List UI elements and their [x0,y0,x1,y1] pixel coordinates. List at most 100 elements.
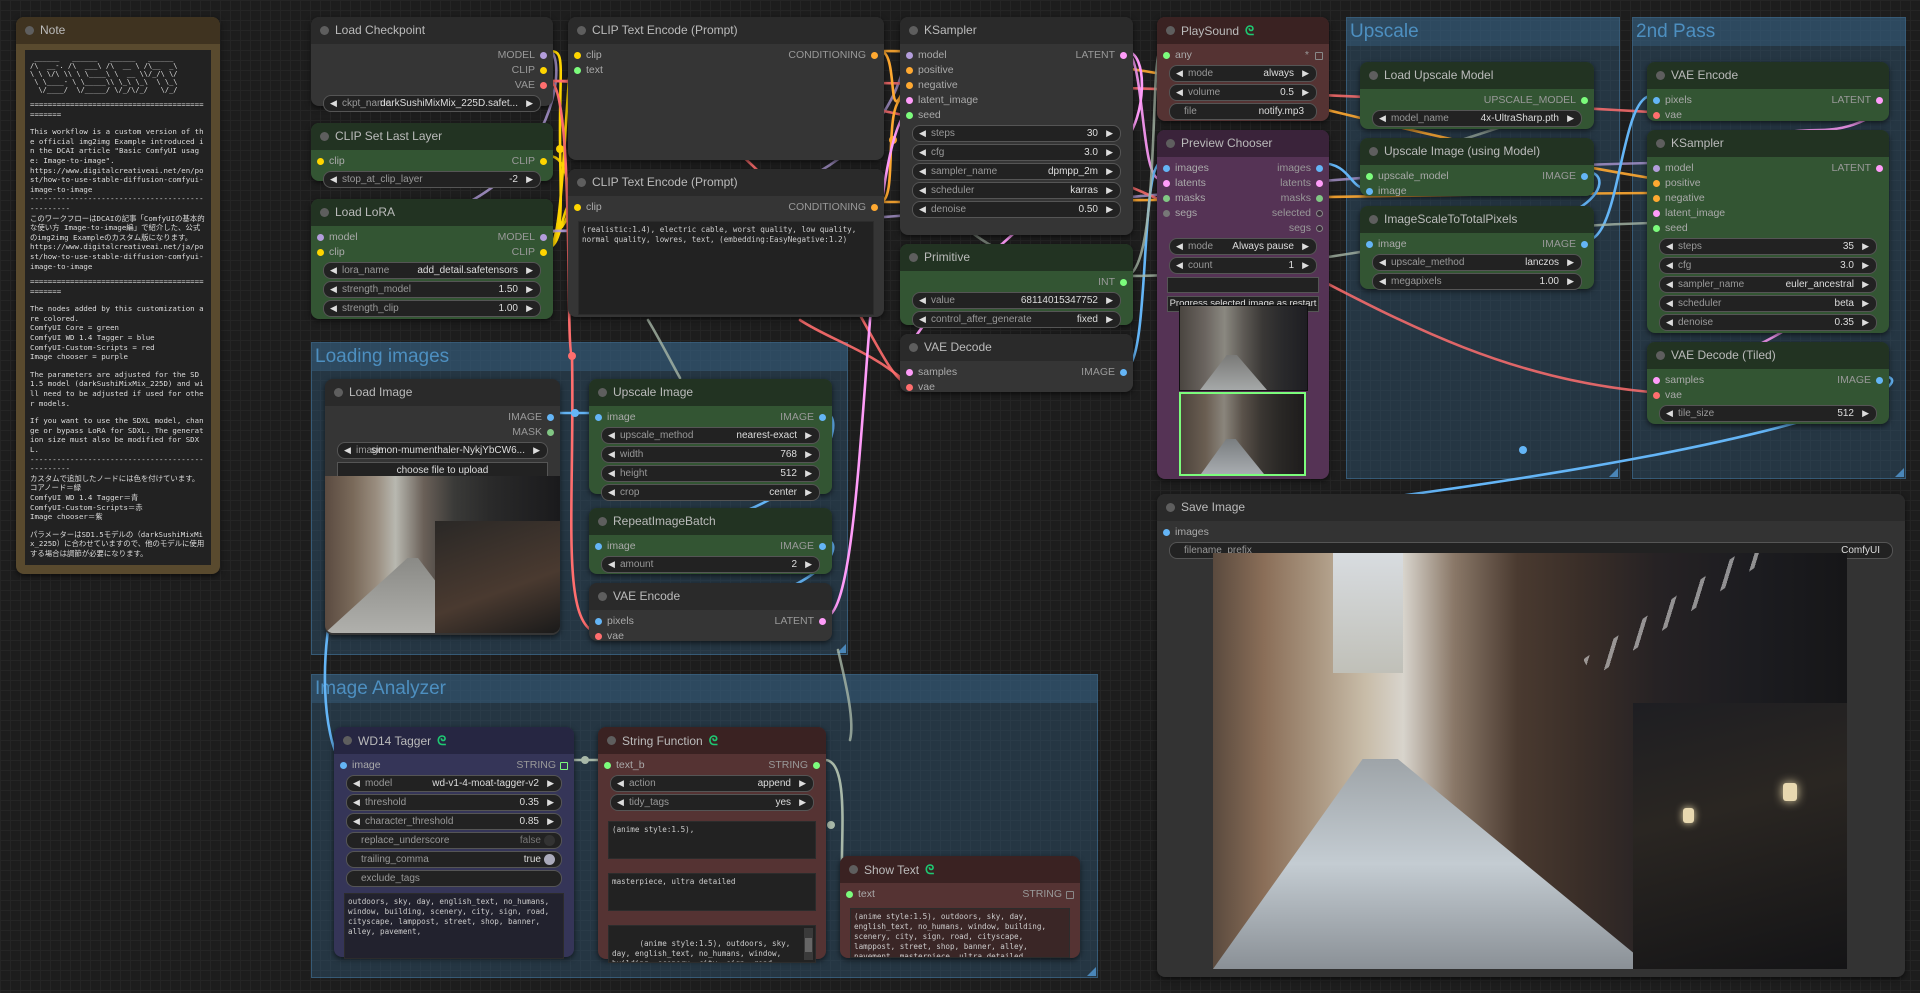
decrement-arrow-icon[interactable]: ◀ [1176,258,1183,273]
widget-ckpt-name[interactable]: ◀ ckpt_name darkSushiMixMix_225D.safet... ▶ [323,95,541,112]
node-show-text[interactable]: Show Text ᘓ text STRING (anime style:1.5),… [840,856,1080,958]
group-resize-handle[interactable] [1895,468,1904,477]
input-pin-any[interactable] [1163,52,1170,59]
widget-denoise[interactable]: ◀ denoise 0.50 ▶ [912,201,1121,218]
increment-arrow-icon[interactable]: ▶ [1106,312,1113,327]
output-list-icon[interactable] [1315,52,1323,60]
widget-model-name[interactable]: ◀ model_name 4x-UltraSharp.pth ▶ [1372,110,1582,127]
node-load-lora[interactable]: Load LoRA model MODEL clip CLIP ◀ lora_name… [311,199,553,319]
collapse-dot[interactable] [320,26,329,35]
input-pin-image[interactable] [1366,241,1373,248]
node-upscale-image-using-model[interactable]: Upscale Image (using Model) upscale_mode… [1360,138,1594,197]
increment-arrow-icon[interactable]: ▶ [1862,315,1869,330]
collapse-dot[interactable] [577,178,586,187]
node-header[interactable]: Load Image [325,379,560,406]
decrement-arrow-icon[interactable]: ◀ [330,301,337,316]
decrement-arrow-icon[interactable]: ◀ [1379,274,1386,289]
node-header[interactable]: Show Text ᘓ [840,856,1080,883]
widget-height[interactable]: ◀ height 512 ▶ [601,465,820,482]
output-pin-model[interactable] [540,52,547,59]
output-pin-segs[interactable] [1316,225,1323,232]
increment-arrow-icon[interactable]: ▶ [1862,239,1869,254]
collapse-dot[interactable] [1656,351,1665,360]
decrement-arrow-icon[interactable]: ◀ [1176,239,1183,254]
increment-arrow-icon[interactable]: ▶ [1567,111,1574,126]
increment-arrow-icon[interactable]: ▶ [526,282,533,297]
node-header[interactable]: Load Upscale Model [1360,62,1594,89]
decrement-arrow-icon[interactable]: ◀ [919,312,926,327]
input-pin-latents[interactable] [1163,180,1170,187]
output-pin-clip[interactable] [540,158,547,165]
collapse-dot[interactable] [320,208,329,217]
preview-thumbnail-1[interactable] [1179,305,1308,391]
collapse-dot[interactable] [320,132,329,141]
output-list-icon[interactable] [560,762,568,770]
node-header[interactable]: Load LoRA [311,199,553,226]
node-header[interactable]: ImageScaleToTotalPixels [1360,206,1594,233]
node-header[interactable]: Upscale Image (using Model) [1360,138,1594,165]
widget-threshold[interactable]: ◀ threshold 0.35 ▶ [346,794,562,811]
node-image-scale-to-total-pixels[interactable]: ImageScaleToTotalPixels image IMAGE ◀ upsc… [1360,206,1594,290]
widget-cfg[interactable]: ◀ cfg 3.0 ▶ [1659,257,1877,274]
widget-steps[interactable]: ◀ steps 30 ▶ [912,125,1121,142]
widget-count[interactable]: ◀ count 1 ▶ [1169,257,1317,274]
increment-arrow-icon[interactable]: ▶ [805,557,812,572]
increment-arrow-icon[interactable]: ▶ [526,172,533,187]
collapse-dot[interactable] [1656,71,1665,80]
input-pin-samples[interactable] [1653,377,1660,384]
increment-arrow-icon[interactable]: ▶ [1106,145,1113,160]
input-pin-images[interactable] [1163,529,1170,536]
node-vae-decode[interactable]: VAE Decode samples IMAGE vae [900,334,1133,393]
toggle-trailing-comma[interactable]: trailing_comma true [346,851,562,868]
input-pin-text-b[interactable] [604,762,611,769]
node-header[interactable]: CLIP Text Encode (Prompt) [568,169,884,196]
node-header[interactable]: Note [16,17,220,44]
input-pin-model[interactable] [906,52,913,59]
empty-field[interactable] [1167,277,1319,293]
note-text-area[interactable]: ______ ______ ______ ______ /\ __-. /\ _… [25,50,211,565]
widget-upscale-method[interactable]: ◀ upscale_method nearest-exact ▶ [601,427,820,444]
decrement-arrow-icon[interactable]: ◀ [1666,258,1673,273]
decrement-arrow-icon[interactable]: ◀ [1666,315,1673,330]
node-header[interactable]: PlaySound ᘓ [1157,17,1329,44]
result-textarea[interactable]: (anime style:1.5), outdoors, sky, day, e… [608,925,816,963]
input-pin-upscale-model[interactable] [1366,173,1373,180]
input-pin-vae[interactable] [1653,392,1660,399]
decrement-arrow-icon[interactable]: ◀ [919,183,926,198]
negative-prompt-textarea[interactable]: (realistic:1.4), electric cable, worst q… [578,221,874,315]
scrollbar-thumb[interactable] [805,938,812,952]
decrement-arrow-icon[interactable]: ◀ [919,202,926,217]
decrement-arrow-icon[interactable]: ◀ [1666,277,1673,292]
collapse-dot[interactable] [909,26,918,35]
widget-stop-at-clip-layer[interactable]: ◀ stop_at_clip_layer -2 ▶ [323,171,541,188]
collapse-dot[interactable] [577,26,586,35]
node-header[interactable]: Upscale Image [589,379,832,406]
toggle-replace-underscore[interactable]: replace_underscore false [346,832,562,849]
increment-arrow-icon[interactable]: ▶ [1106,202,1113,217]
increment-arrow-icon[interactable]: ▶ [533,443,540,458]
decrement-arrow-icon[interactable]: ◀ [608,466,615,481]
output-pin-clip[interactable] [540,67,547,74]
input-pin-text[interactable] [574,67,581,74]
exclude-tags-input[interactable]: exclude_tags [346,870,562,887]
input-pin-latent-image[interactable] [906,97,913,104]
collapse-dot[interactable] [909,253,918,262]
input-pin-masks[interactable] [1163,195,1170,202]
widget-denoise[interactable]: ◀ denoise 0.35 ▶ [1659,314,1877,331]
output-pin-string[interactable] [813,762,820,769]
input-pin-vae[interactable] [595,633,602,640]
widget-tile-size[interactable]: ◀ tile_size 512 ▶ [1659,405,1877,422]
output-image-preview[interactable] [1213,553,1847,969]
decrement-arrow-icon[interactable]: ◀ [919,126,926,141]
output-pin-masks[interactable] [1316,195,1323,202]
output-pin-latent[interactable] [819,618,826,625]
decrement-arrow-icon[interactable]: ◀ [344,443,351,458]
decrement-arrow-icon[interactable]: ◀ [330,282,337,297]
increment-arrow-icon[interactable]: ▶ [547,814,554,829]
increment-arrow-icon[interactable]: ▶ [1106,183,1113,198]
collapse-dot[interactable] [1166,26,1175,35]
decrement-arrow-icon[interactable]: ◀ [353,814,360,829]
increment-arrow-icon[interactable]: ▶ [1106,293,1113,308]
decrement-arrow-icon[interactable]: ◀ [1666,239,1673,254]
increment-arrow-icon[interactable]: ▶ [1302,239,1309,254]
